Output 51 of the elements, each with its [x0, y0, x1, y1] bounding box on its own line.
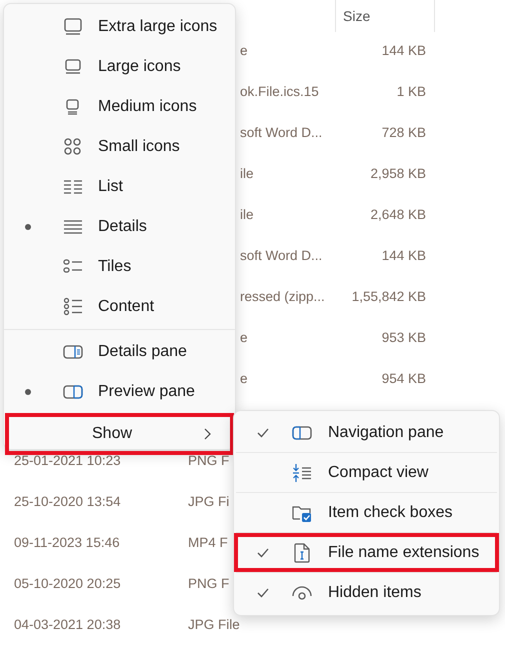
size-cell: 144 KB	[382, 43, 426, 58]
extra-large-icons-icon	[63, 17, 83, 37]
menu-item[interactable]: Tiles	[4, 247, 235, 287]
menu-item[interactable]: Extra large icons	[4, 7, 235, 47]
show-menu-item[interactable]: Show	[5, 413, 234, 455]
menu-item[interactable]: Large icons	[4, 47, 235, 87]
size-cell: 728 KB	[382, 125, 426, 140]
type-cell: e	[240, 43, 248, 58]
menu-item[interactable]: Small icons	[4, 127, 235, 167]
type-cell: ile	[240, 166, 254, 181]
size-cell: 2,648 KB	[370, 207, 426, 222]
document-icon	[292, 542, 312, 562]
size-cell: 953 KB	[382, 330, 426, 345]
type-cell: MP4 F	[188, 535, 228, 550]
menu-item[interactable]: Compact view	[234, 453, 499, 492]
size-cell: 1 KB	[396, 84, 426, 99]
type-cell: e	[240, 330, 248, 345]
menu-item[interactable]: Details pane	[4, 332, 235, 372]
type-cell: PNG F	[188, 576, 230, 591]
date-cell: 05-10-2020 20:25	[14, 576, 121, 591]
column-header[interactable]: Size	[335, 0, 435, 32]
type-cell: JPG Fi	[188, 494, 230, 509]
date-cell: 25-10-2020 13:54	[14, 494, 121, 509]
chevron-icon	[202, 428, 212, 440]
menu-item[interactable]: Preview pane	[4, 372, 235, 412]
menu-item[interactable]: List	[4, 167, 235, 207]
type-cell: ile	[240, 207, 254, 222]
small-icons-icon	[63, 137, 83, 157]
type-cell: soft Word D...	[240, 248, 322, 263]
date-cell: 25-01-2021 10:23	[14, 453, 121, 468]
menu-item[interactable]: Content	[4, 287, 235, 327]
menu-item[interactable]: Item check boxes	[234, 493, 499, 532]
menu-item[interactable]: Details	[4, 207, 235, 247]
menu-item[interactable]: Hidden items	[234, 573, 499, 612]
menu-item[interactable]: Medium icons	[4, 87, 235, 127]
size-cell: 144 KB	[382, 248, 426, 263]
type-cell: e	[240, 371, 248, 386]
type-cell: ok.File.ics.15	[240, 84, 319, 99]
compact-view-icon	[292, 462, 312, 482]
date-cell: 09-11-2023 15:46	[14, 535, 120, 550]
type-cell: soft Word D...	[240, 125, 322, 140]
content-icon	[63, 297, 83, 317]
size-cell: 954 KB	[382, 371, 426, 386]
type-cell: JPG File	[188, 617, 240, 632]
size-cell: 2,958 KB	[370, 166, 426, 181]
size-cell: 1,55,842 KB	[352, 289, 426, 304]
menu-item[interactable]: File name extensions	[234, 533, 499, 572]
type-cell: ressed (zipp...	[240, 289, 325, 304]
menu-item[interactable]: Navigation pane	[234, 413, 499, 452]
type-cell: PNG F	[188, 453, 230, 468]
date-cell: 04-03-2021 20:38	[14, 617, 121, 632]
